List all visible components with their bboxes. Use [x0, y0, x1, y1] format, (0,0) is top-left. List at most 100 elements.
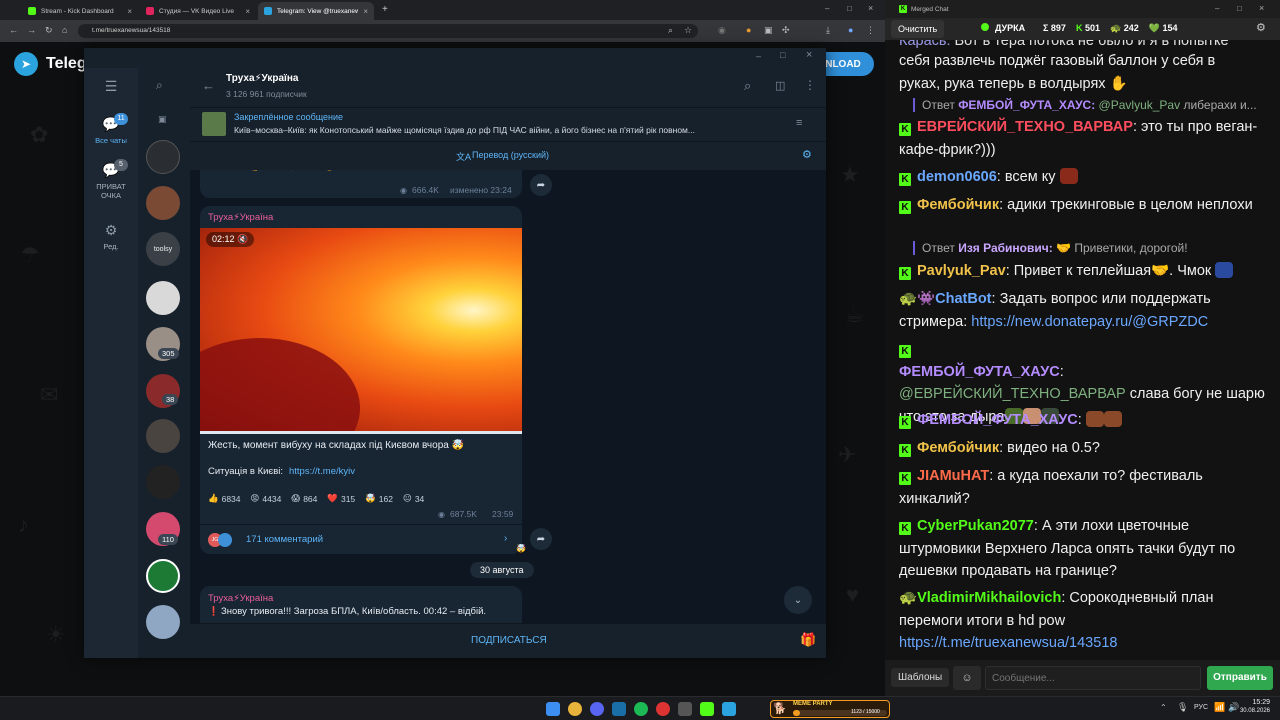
chat-username[interactable]: ChatBot	[935, 291, 991, 307]
message-author[interactable]: Труха⚡Україна	[208, 212, 273, 223]
chevron-up-icon[interactable]: ⌃	[1160, 703, 1167, 712]
chrome-icon[interactable]	[568, 702, 582, 716]
translate-bar[interactable]: 文A Перевод (русский) ⚙	[190, 142, 826, 170]
close-tab-icon[interactable]: ×	[363, 7, 368, 16]
clock-date[interactable]: 30.08.2026	[1234, 708, 1270, 714]
reaction-chip[interactable]: 👍787	[249, 170, 277, 172]
maximize-icon[interactable]: □	[1237, 4, 1242, 13]
home-icon[interactable]: ⌂	[62, 25, 67, 35]
chat-avatar[interactable]	[146, 559, 180, 593]
gift-icon[interactable]: 🎁	[800, 632, 816, 648]
chat-username[interactable]: JIAMuHAT	[917, 468, 989, 484]
address-input[interactable]: t.me/truexanewsua/143518	[78, 24, 698, 38]
tab-telegram[interactable]: Telegram: View @truexanewsua ×	[258, 2, 374, 20]
kick-app-icon[interactable]	[700, 702, 714, 716]
reaction-chip[interactable]: 🤯94	[324, 170, 347, 172]
message-author[interactable]: Труха⚡Україна	[208, 593, 273, 604]
forward-button[interactable]: ➦	[530, 174, 552, 196]
message-input[interactable]	[985, 666, 1201, 690]
close-window-icon[interactable]: ×	[1259, 3, 1264, 13]
send-button[interactable]: Отправить	[1207, 666, 1273, 690]
minimize-icon[interactable]: –	[1215, 4, 1219, 13]
clear-button[interactable]: Очистить	[891, 20, 945, 38]
tab-vk-studio[interactable]: Студия — VK Видео Live ×	[140, 2, 256, 20]
new-tab-icon[interactable]: +	[382, 4, 388, 15]
telegram-brand[interactable]: ➤ Teleg	[14, 52, 87, 76]
extensions-puzzle-icon[interactable]: ✣	[782, 25, 790, 36]
extension-icon[interactable]: ▣	[764, 25, 773, 36]
forward-icon[interactable]: →	[27, 25, 36, 35]
chat-avatar[interactable]	[146, 281, 180, 315]
chat-avatar[interactable]	[146, 605, 180, 639]
reload-icon[interactable]: ↻	[45, 25, 53, 36]
telegram-app-icon[interactable]	[722, 702, 736, 716]
microphone-icon[interactable]: 🎙	[1177, 702, 1188, 713]
forward-button[interactable]: ➦	[530, 528, 552, 550]
message-link[interactable]: https://t.me/kyiv	[289, 466, 355, 477]
pinned-list-icon[interactable]: ≡	[796, 117, 802, 129]
pinned-message-bar[interactable]: Закреплённое сообщение Київ–москва–Київ:…	[190, 108, 826, 142]
archive-icon[interactable]: ▣	[158, 114, 167, 125]
obs-icon[interactable]	[678, 702, 692, 716]
chat-username[interactable]: Pavlyuk_Pav	[917, 263, 1006, 279]
profile-icon[interactable]: ●	[848, 25, 853, 35]
reaction-chip[interactable]: 😱89	[357, 170, 378, 172]
spotify-icon[interactable]	[634, 702, 648, 716]
chat-avatar[interactable]	[146, 140, 180, 174]
reaction-chip[interactable]: 👍 6834	[208, 493, 241, 504]
tab-kick-dashboard[interactable]: Stream - Kick Dashboard ×	[22, 2, 138, 20]
wifi-icon[interactable]: 📶	[1214, 702, 1225, 713]
chat-username[interactable]: Фембойчик	[917, 440, 999, 456]
scroll-down-button[interactable]: ⌄	[784, 586, 812, 614]
tg-maximize-icon[interactable]: □	[780, 50, 785, 60]
tg-minimize-icon[interactable]: –	[756, 51, 761, 61]
folder-edit[interactable]: ⚙ Ред.	[84, 222, 138, 251]
chat-username[interactable]: ФЕМБОЙ_ФУТА_ХАУС	[899, 364, 1060, 380]
browser-menu-icon[interactable]: ⋮	[866, 25, 875, 36]
templates-button[interactable]: Шаблоны	[891, 668, 950, 687]
tg-close-icon[interactable]: ×	[806, 49, 812, 61]
close-window-icon[interactable]: ×	[868, 3, 873, 13]
subscribe-button[interactable]: ПОДПИСАТЬСЯ	[471, 635, 547, 646]
search-icon[interactable]: ⌕	[744, 78, 751, 94]
back-icon[interactable]: ←	[9, 25, 18, 35]
chat-username[interactable]: ЕВРЕЙСКИЙ_ТЕХНО_ВАРВАР	[917, 119, 1133, 135]
message-link[interactable]: https://t.me/truexanewsua/143518	[899, 635, 1117, 651]
reaction-chip[interactable]: 😡 4434	[251, 493, 282, 504]
reaction-chip[interactable]: 😡1603	[208, 170, 239, 172]
clock-time[interactable]: 15:29	[1240, 699, 1270, 706]
video-progress-bar[interactable]	[200, 431, 522, 434]
sidebar-toggle-icon[interactable]: ◫	[775, 79, 785, 92]
steam-icon[interactable]	[612, 702, 626, 716]
folder-all-chats[interactable]: 💬 11 Все чаты	[84, 113, 138, 145]
folder-private[interactable]: 💬 5 ПРИВАТ ОЧКА	[84, 159, 138, 200]
chat-username[interactable]: CyberPukan2077	[917, 518, 1034, 534]
reaction-chip[interactable]: 😐24	[389, 170, 410, 172]
chat-avatar[interactable]: toolsy	[146, 232, 180, 266]
close-tab-icon[interactable]: ×	[245, 7, 250, 16]
bookmark-star-icon[interactable]: ☆	[684, 25, 692, 36]
minimize-icon[interactable]: –	[825, 4, 829, 13]
settings-gear-icon[interactable]: ⚙	[1256, 21, 1266, 34]
download-icon[interactable]: ⤓	[826, 25, 830, 36]
maximize-icon[interactable]: □	[847, 4, 852, 13]
extension-icon[interactable]: ●	[746, 25, 751, 35]
extension-icon[interactable]: ◉	[718, 25, 726, 36]
chat-username[interactable]: VladimirMikhailovich	[917, 590, 1061, 606]
reaction-chip[interactable]: ❤️ 315	[327, 493, 355, 504]
reaction-chip[interactable]: 🤯 162	[365, 493, 393, 504]
message-mention[interactable]: @ЕВРЕЙСКИЙ_ТЕХНО_ВАРВАР	[899, 386, 1126, 402]
back-arrow-icon[interactable]: ←	[202, 78, 215, 93]
video-player[interactable]: 02:12 🔇	[200, 228, 522, 434]
chat-username[interactable]: ФЕМБОЙ_ФУТА_ХАУС	[917, 412, 1078, 428]
more-menu-icon[interactable]: ⋮	[804, 78, 816, 92]
message-link[interactable]: https://new.donatepay.ru/@GRPZDC	[971, 314, 1208, 330]
reaction-chip[interactable]: 😐 34	[403, 493, 424, 504]
muted-speaker-icon[interactable]: 🔇	[237, 234, 248, 244]
chat-username[interactable]: Фембойчик	[917, 197, 999, 213]
chat-username[interactable]: demon0606	[917, 169, 997, 185]
language-indicator[interactable]: РУС	[1194, 704, 1208, 711]
channel-name[interactable]: Труха⚡Україна	[226, 73, 298, 84]
discord-icon[interactable]	[590, 702, 604, 716]
chat-avatar[interactable]	[146, 465, 180, 499]
